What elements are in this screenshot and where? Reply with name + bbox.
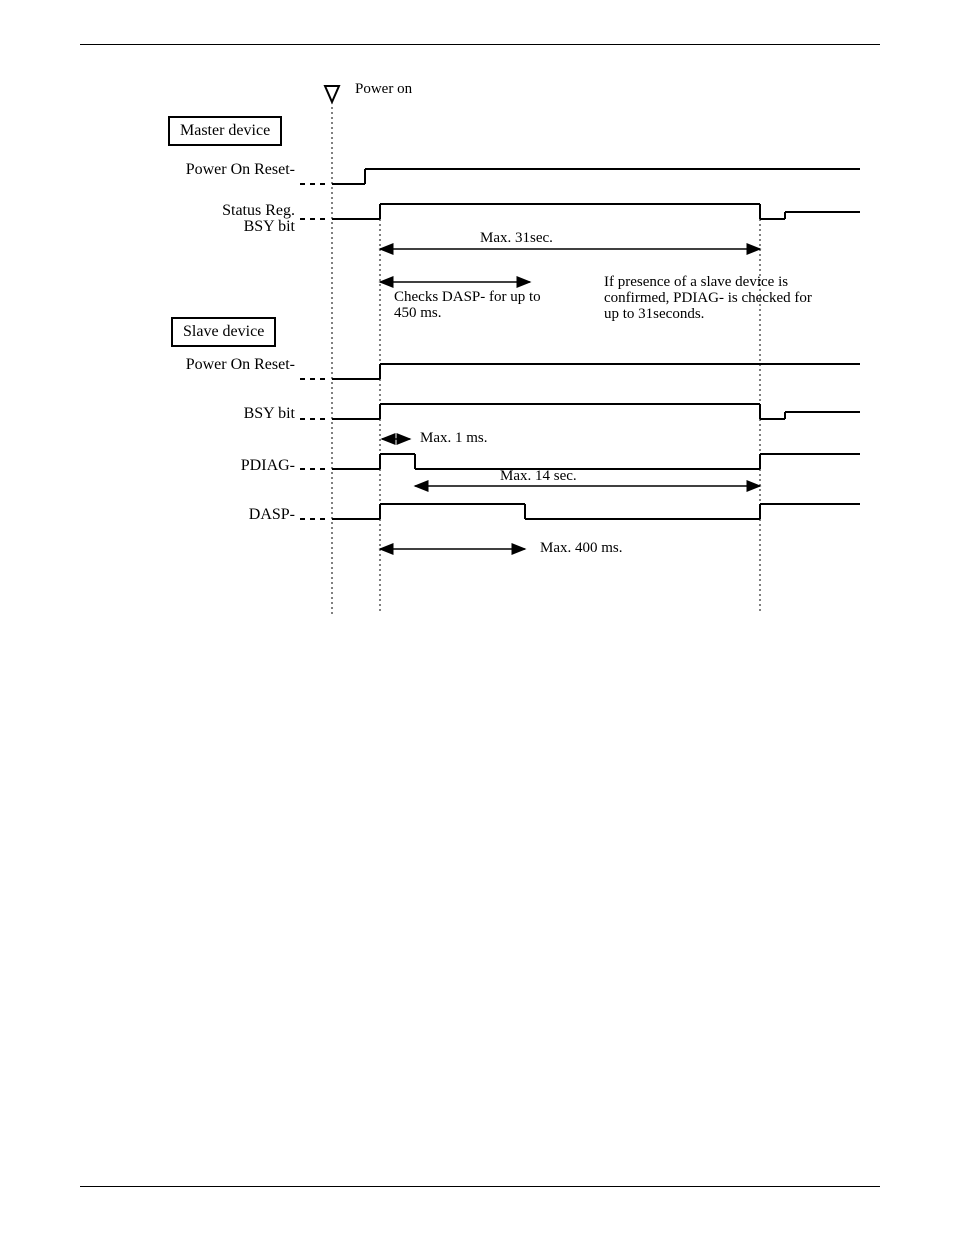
master-bsy-label-2: BSY bit [80, 218, 295, 236]
dasp-check-label-1: Checks DASP- for up to [394, 289, 541, 306]
slave-bsy-label: BSY bit [80, 405, 295, 423]
max-14sec-label: Max. 14 sec. [500, 468, 577, 485]
slave-device-box: Slave device [171, 317, 276, 347]
slave-pdiag-label: PDIAG- [80, 457, 295, 475]
max-400ms-label: Max. 400 ms. [540, 540, 623, 557]
master-device-box: Master device [168, 116, 282, 146]
slave-por-label: Power On Reset- [80, 356, 295, 374]
bottom-rule [80, 1186, 880, 1187]
master-por-label: Power On Reset- [80, 161, 295, 179]
page: Power on Master device Slave device Powe… [0, 0, 954, 1235]
max-1ms-label: Max. 1 ms. [420, 430, 488, 447]
max-31sec-label: Max. 31sec. [480, 230, 553, 247]
timing-diagram: Power on Master device Slave device Powe… [80, 44, 880, 644]
pdiag-note-1: If presence of a slave device is [604, 274, 788, 291]
pdiag-note-3: up to 31seconds. [604, 306, 704, 323]
pdiag-note-2: confirmed, PDIAG- is checked for [604, 290, 812, 307]
slave-dasp-label: DASP- [80, 506, 295, 524]
dasp-check-label-2: 450 ms. [394, 305, 442, 322]
power-on-label: Power on [355, 81, 412, 98]
